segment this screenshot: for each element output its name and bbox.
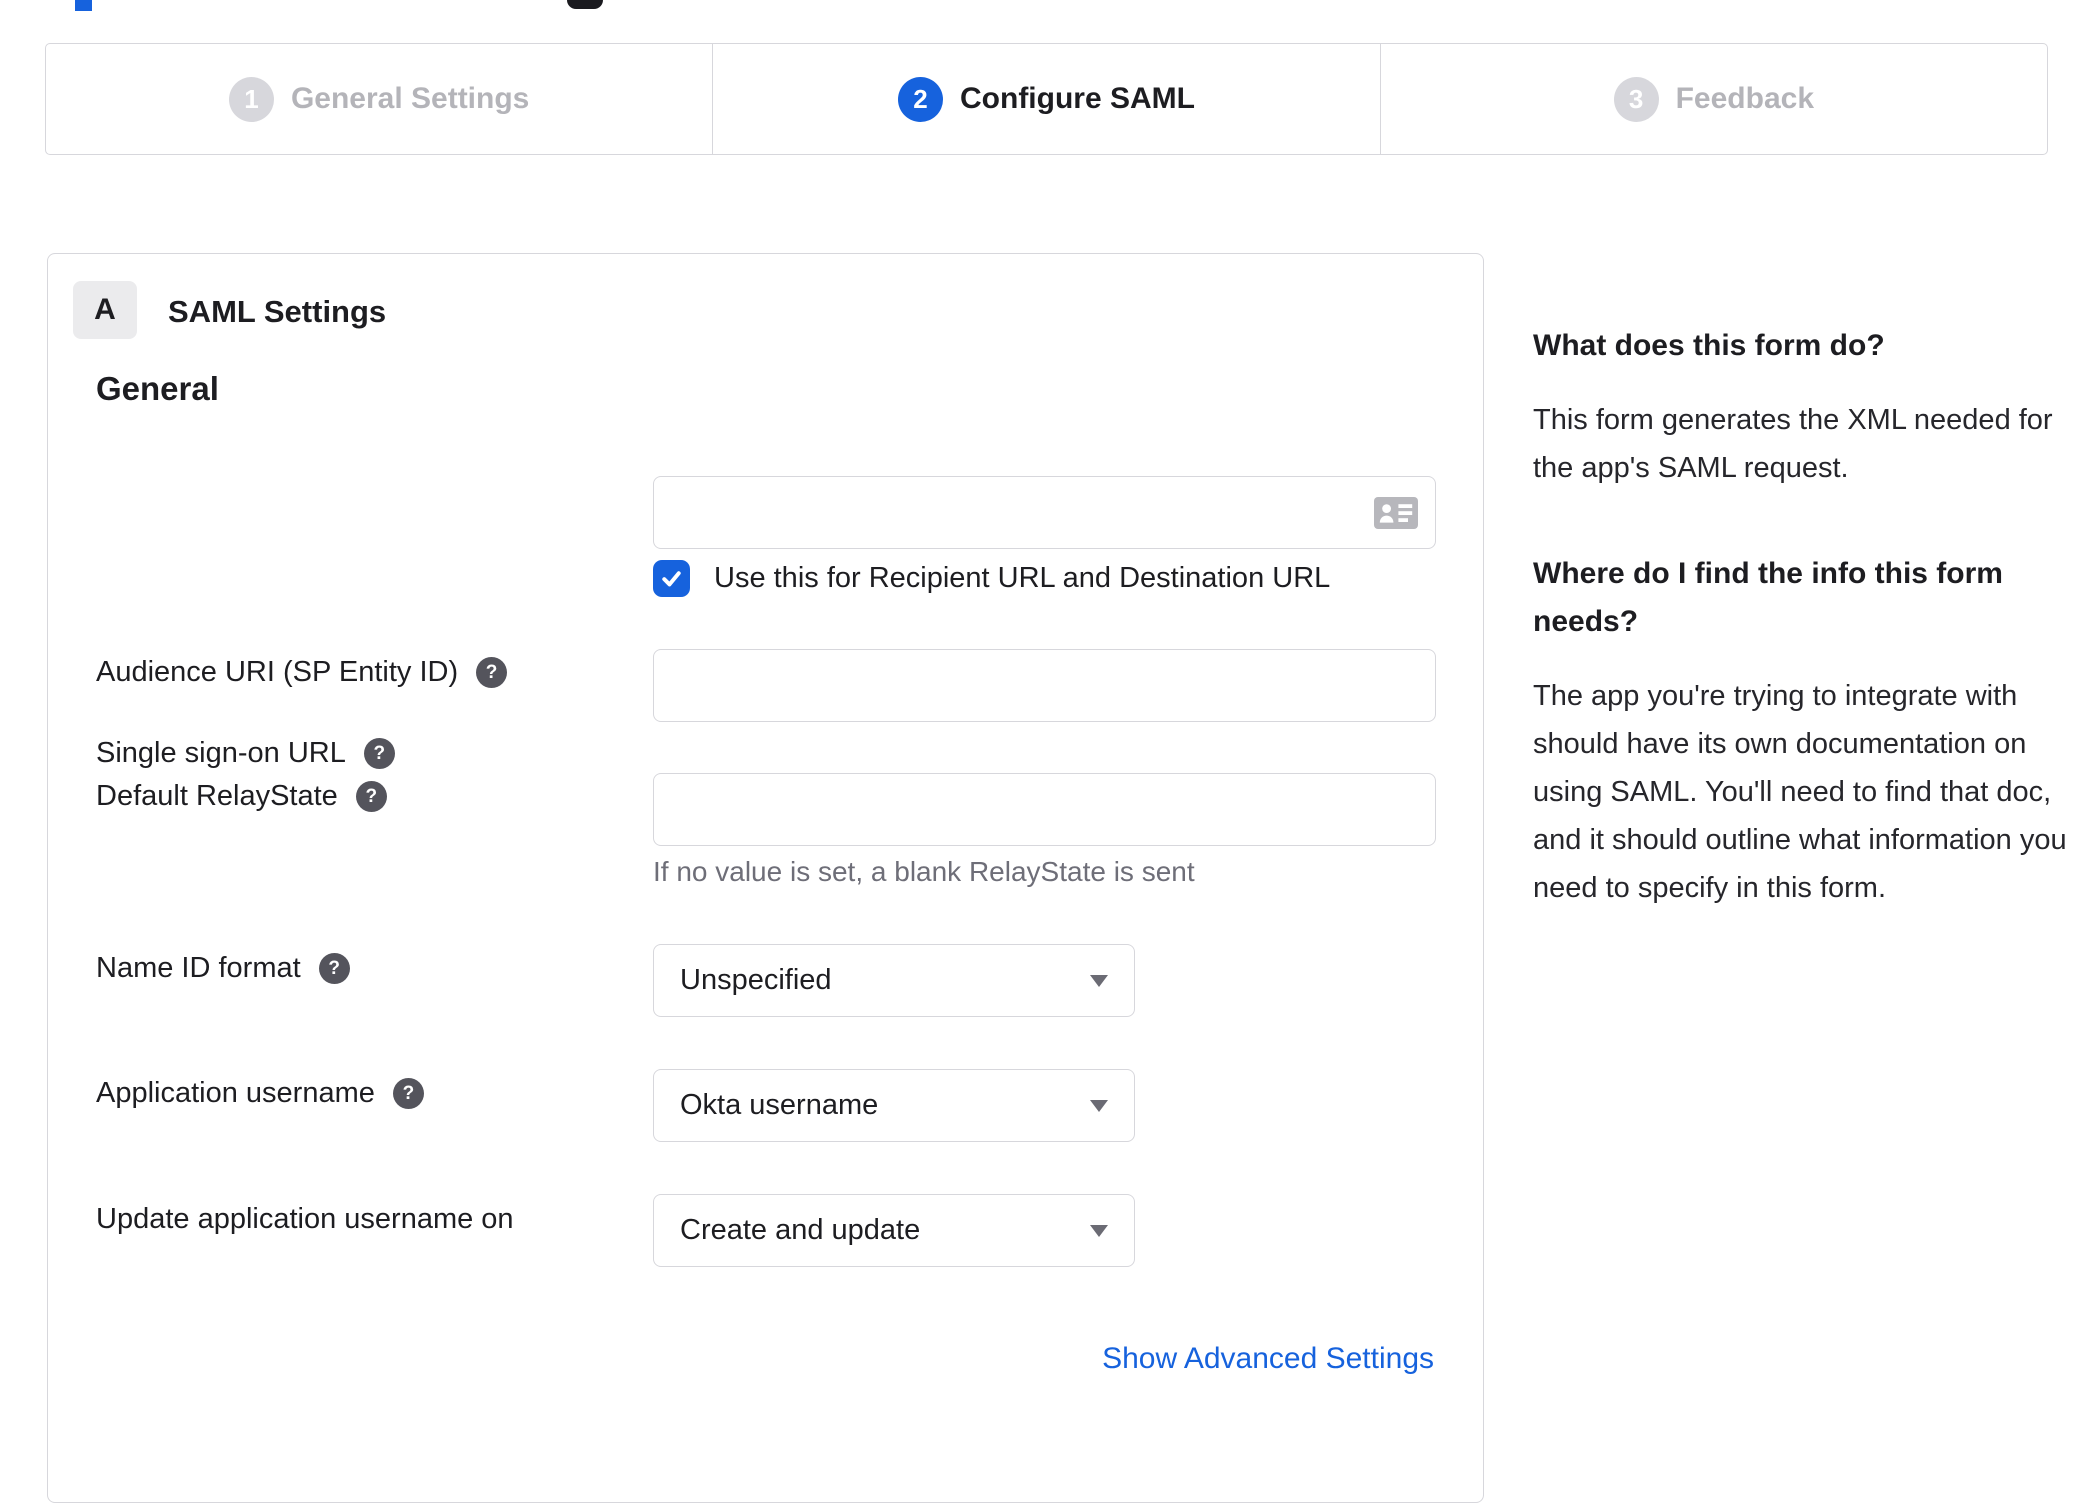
help-icon[interactable]: ? [318,953,350,984]
update-username-select[interactable]: Create and update [653,1194,1135,1267]
application-username-label-row: Application username ? [96,1077,424,1110]
help-icon[interactable]: ? [476,657,508,688]
sidebar-paragraph-where: The app you're trying to integrate with … [1533,680,2067,904]
name-id-format-label: Name ID format [96,952,301,984]
sidebar-heading-where: Where do I find the info this form needs… [1533,557,2003,638]
step-label: Feedback [1675,82,1815,115]
sso-url-input-wrap [653,476,1436,549]
audience-uri-input[interactable] [653,649,1436,722]
step-label: General Settings [290,82,530,115]
update-username-value: Create and update [680,1214,921,1246]
sidebar-heading-what: What does this form do? [1533,329,1885,362]
section-a-badge: A [73,281,137,339]
default-relaystate-label-row: Default RelayState ? [96,780,387,813]
general-section-heading: General [96,370,219,407]
cutoff-app-logo [567,0,603,9]
application-username-select[interactable]: Okta username [653,1069,1135,1142]
name-id-format-label-row: Name ID format ? [96,952,350,985]
sidebar-paragraph-what: This form generates the XML needed for t… [1533,404,2053,484]
help-icon[interactable]: ? [355,781,387,812]
name-id-format-select[interactable]: Unspecified [653,944,1135,1017]
name-id-format-value: Unspecified [680,964,832,996]
step-number-badge: 1 [228,76,274,122]
default-relaystate-input[interactable] [653,773,1436,846]
saml-settings-panel: A SAML Settings General Single sign-on U… [47,253,1484,1503]
show-advanced-settings-link[interactable]: Show Advanced Settings [1102,1342,1434,1376]
relaystate-hint: If no value is set, a blank RelayState i… [653,856,1195,887]
sso-url-label: Single sign-on URL [96,737,346,769]
application-username-label: Application username [96,1077,375,1109]
audience-uri-label-row: Audience URI (SP Entity ID) ? [96,656,508,689]
step-number-badge: 2 [898,76,943,122]
sso-url-label-row: Single sign-on URL ? [96,737,395,770]
chevron-down-icon [1090,1224,1108,1237]
step-feedback[interactable]: 3 Feedback [1379,44,2047,154]
update-username-label-row: Update application username on [96,1203,514,1236]
application-username-value: Okta username [680,1089,879,1121]
use-for-recipient-url-checkbox[interactable] [653,560,690,597]
help-icon[interactable]: ? [363,738,395,769]
chevron-down-icon [1090,1099,1108,1112]
update-username-label: Update application username on [96,1203,514,1235]
chevron-down-icon [1090,974,1108,987]
recipient-url-checkbox-label: Use this for Recipient URL and Destinati… [714,562,1331,594]
cutoff-blue-accent [75,0,92,11]
panel-title: SAML Settings [168,294,387,329]
help-icon[interactable]: ? [392,1078,424,1109]
default-relaystate-label: Default RelayState [96,780,338,812]
help-sidebar: What does this form do? This form genera… [1533,322,2078,970]
sso-url-input[interactable] [653,476,1436,549]
audience-uri-label: Audience URI (SP Entity ID) [96,656,459,688]
checkmark-icon [662,571,681,587]
step-label: Configure SAML [960,82,1195,115]
step-number-badge: 3 [1613,76,1659,122]
recipient-url-checkbox-row: Use this for Recipient URL and Destinati… [653,560,1330,597]
step-general-settings[interactable]: 1 General Settings [46,44,712,154]
wizard-stepper: 1 General Settings 2 Configure SAML 3 Fe… [45,43,2048,155]
step-configure-saml[interactable]: 2 Configure SAML [712,44,1379,154]
